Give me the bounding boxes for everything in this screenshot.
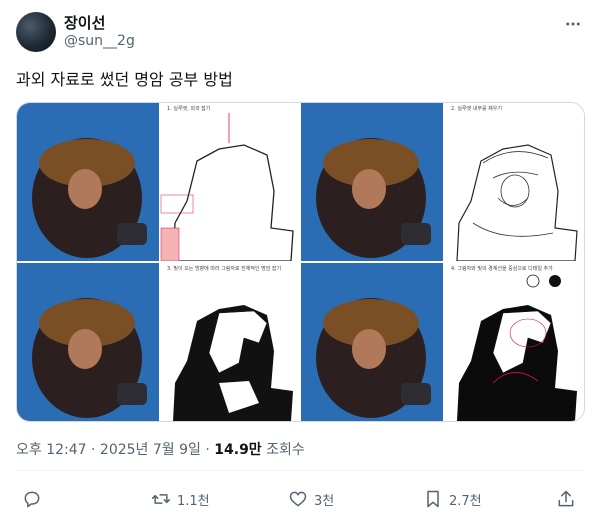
divider	[16, 470, 583, 471]
meta-separator: ·	[205, 442, 210, 458]
handle[interactable]: @sun__2g	[64, 33, 135, 49]
bookmark-icon	[427, 490, 439, 508]
bookmark-button[interactable]: 2.7천	[423, 484, 482, 514]
view-label: 조회수	[266, 442, 305, 458]
sketch-panel-3: 3. 빛이 오는 방향에 따라 그림자로 전체적인 명암 잡기	[159, 263, 300, 421]
reply-icon	[24, 491, 40, 508]
tweet-text: 과외 자료로 썼던 명암 공부 방법	[16, 70, 233, 89]
media-image[interactable]: 1. 실루엣, 외곽 잡기 2. 실루엣 내부를 채우기 3. 빛이 오는 방향…	[16, 102, 585, 422]
photo-panel-1	[17, 103, 159, 261]
photo-panel-3	[17, 263, 159, 421]
retweet-button[interactable]: 1.1천	[151, 484, 210, 514]
retweet-count: 1.1천	[177, 493, 210, 509]
like-icon	[289, 491, 307, 507]
like-button[interactable]: 3천	[288, 484, 334, 514]
retweet-icon	[151, 494, 171, 504]
photo-panel-4	[301, 263, 443, 421]
bookmark-count: 2.7천	[449, 493, 482, 509]
step-label-2: 2. 실루엣 내부를 채우기	[451, 105, 502, 112]
avatar[interactable]	[16, 12, 56, 52]
tweet-time[interactable]: 오후 12:47	[16, 442, 87, 458]
step-label-1: 1. 실루엣, 외곽 잡기	[167, 105, 210, 112]
action-bar: 1.1천 3천 2.7천	[16, 484, 583, 514]
view-count: 14.9만	[214, 442, 262, 458]
sketch-panel-2: 2. 실루엣 내부를 채우기	[443, 103, 584, 261]
tweet-meta: 오후 12:47 · 2025년 7월 9일 · 14.9만 조회수	[16, 439, 305, 459]
tweet-header: 장이선 @sun__2g	[16, 10, 583, 54]
sketch-panel-1: 1. 실루엣, 외곽 잡기	[159, 103, 300, 261]
like-count: 3천	[314, 493, 335, 509]
tweet-date[interactable]: 2025년 7월 9일	[100, 442, 201, 458]
share-icon	[558, 490, 574, 507]
share-button[interactable]	[556, 484, 576, 514]
photo-panel-2	[301, 103, 443, 261]
step-label-4: 4. 그림자와 빛의 경계선을 중심으로 디테일 추가	[451, 265, 553, 272]
step-label-3: 3. 빛이 오는 방향에 따라 그림자로 전체적인 명암 잡기	[167, 265, 281, 272]
reply-button[interactable]	[22, 484, 42, 514]
sketch-panel-4: 4. 그림자와 빛의 경계선을 중심으로 디테일 추가	[443, 263, 584, 421]
meta-separator: ·	[91, 442, 96, 458]
more-icon[interactable]	[563, 14, 583, 34]
display-name[interactable]: 장이선	[64, 12, 105, 33]
